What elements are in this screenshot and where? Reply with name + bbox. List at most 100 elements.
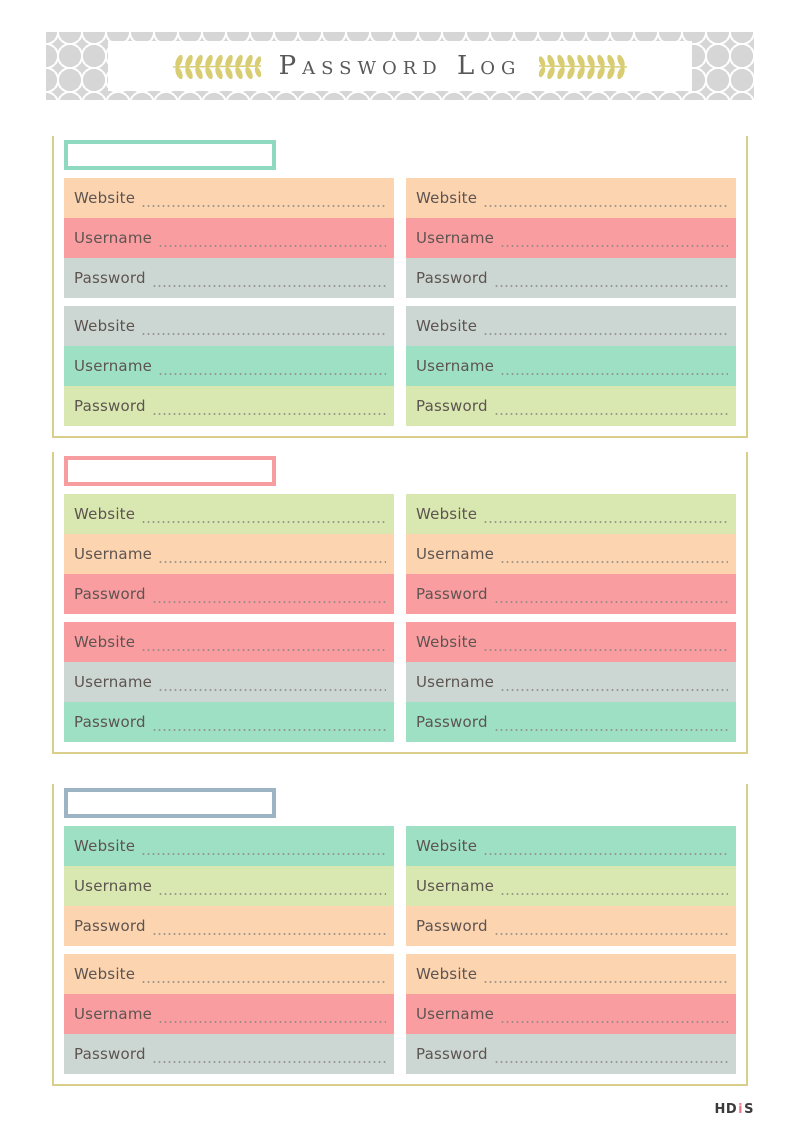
entry-row[interactable]: Password <box>64 702 394 742</box>
entry-row-dotted-field[interactable] <box>500 346 728 386</box>
entry-row[interactable]: Password <box>64 386 394 426</box>
entry-row-dotted-field[interactable] <box>483 306 728 346</box>
entry-row-dotted-field[interactable] <box>500 994 728 1034</box>
entry-row[interactable]: Username <box>406 994 736 1034</box>
section-3-title-box[interactable] <box>64 788 276 818</box>
entry-row[interactable]: Username <box>406 346 736 386</box>
entry-row-dotted-field[interactable] <box>141 178 386 218</box>
entry-row[interactable]: Username <box>64 346 394 386</box>
entry-row[interactable]: Password <box>64 1034 394 1074</box>
entry-row[interactable]: Password <box>406 574 736 614</box>
entry-row-label: Website <box>74 505 136 523</box>
entry-row-dotted-field[interactable] <box>151 1034 387 1074</box>
entry-row[interactable]: Username <box>64 218 394 258</box>
entry-row[interactable]: Website <box>406 306 736 346</box>
section-3-entry-group-2-1: Website Username Password <box>406 826 736 946</box>
entry-row-dotted-field[interactable] <box>483 954 728 994</box>
entry-row-dotted-field[interactable] <box>151 702 387 742</box>
entry-row[interactable]: Username <box>406 534 736 574</box>
entry-row-dotted-field[interactable] <box>151 386 387 426</box>
entry-row-dotted-field[interactable] <box>158 866 386 906</box>
entry-row-dotted-field[interactable] <box>500 662 728 702</box>
entry-row[interactable]: Password <box>406 702 736 742</box>
entry-row[interactable]: Password <box>406 386 736 426</box>
section-3-column-1: Website Username Password Website Username Pa… <box>64 826 394 1074</box>
entry-row-dotted-field[interactable] <box>500 534 728 574</box>
entry-row-label: Password <box>74 1045 146 1063</box>
entry-row[interactable]: Website <box>64 622 394 662</box>
entry-row-label: Username <box>74 877 153 895</box>
section-2-entry-group-2-2: Website Username Password <box>406 622 736 742</box>
entry-row-dotted-field[interactable] <box>493 386 729 426</box>
entry-row-dotted-field[interactable] <box>493 258 729 298</box>
entry-row-dotted-field[interactable] <box>483 178 728 218</box>
entry-row-dotted-field[interactable] <box>493 906 729 946</box>
entry-row-dotted-field[interactable] <box>493 574 729 614</box>
entry-row-dotted-field[interactable] <box>493 702 729 742</box>
entry-row[interactable]: Password <box>64 574 394 614</box>
entry-row[interactable]: Website <box>64 826 394 866</box>
page-title: Password Log <box>278 51 522 81</box>
entry-row-label: Password <box>416 397 488 415</box>
section-2-title-input[interactable] <box>68 460 272 483</box>
entry-row-dotted-field[interactable] <box>158 218 386 258</box>
entry-row-dotted-field[interactable] <box>158 534 386 574</box>
entry-row[interactable]: Website <box>406 178 736 218</box>
laurel-branch-left-icon <box>172 54 261 79</box>
section-1-title-input[interactable] <box>68 144 272 167</box>
entry-row-dotted-field[interactable] <box>493 1034 729 1074</box>
entry-row[interactable]: Password <box>64 258 394 298</box>
entry-row[interactable]: Website <box>406 826 736 866</box>
entry-row-label: Username <box>74 1005 153 1023</box>
entry-row[interactable]: Website <box>406 622 736 662</box>
entry-row-label: Username <box>416 229 495 247</box>
entry-row-label: Password <box>416 1045 488 1063</box>
section-3-title-input[interactable] <box>68 792 272 815</box>
entry-row-dotted-field[interactable] <box>151 258 387 298</box>
entry-row[interactable]: Website <box>64 494 394 534</box>
entry-row-dotted-field[interactable] <box>151 906 387 946</box>
section-2-column-1: Website Username Password Website Username Pa… <box>64 494 394 742</box>
entry-row-dotted-field[interactable] <box>483 494 728 534</box>
entry-row-dotted-field[interactable] <box>151 574 387 614</box>
watermark-right: S <box>744 1102 754 1117</box>
entry-row-dotted-field[interactable] <box>483 622 728 662</box>
section-1-title-box[interactable] <box>64 140 276 170</box>
entry-row-dotted-field[interactable] <box>141 494 386 534</box>
entry-row[interactable]: Website <box>406 954 736 994</box>
watermark-left: HD <box>714 1102 738 1117</box>
section-3-columns: Website Username Password Website Username Pa… <box>64 826 736 1074</box>
entry-row-dotted-field[interactable] <box>483 826 728 866</box>
entry-row-dotted-field[interactable] <box>158 662 386 702</box>
entry-row[interactable]: Password <box>406 906 736 946</box>
entry-row[interactable]: Password <box>406 258 736 298</box>
entry-row-label: Username <box>416 877 495 895</box>
entry-row[interactable]: Password <box>64 906 394 946</box>
entry-row-dotted-field[interactable] <box>141 826 386 866</box>
entry-row[interactable]: Username <box>406 218 736 258</box>
entry-row[interactable]: Username <box>64 662 394 702</box>
entry-row[interactable]: Username <box>64 866 394 906</box>
entry-row[interactable]: Website <box>64 954 394 994</box>
entry-row[interactable]: Website <box>64 306 394 346</box>
entry-row[interactable]: Username <box>406 662 736 702</box>
entry-row-dotted-field[interactable] <box>141 622 386 662</box>
entry-row-label: Website <box>74 837 136 855</box>
entry-row-dotted-field[interactable] <box>158 994 386 1034</box>
entry-row-label: Website <box>74 189 136 207</box>
watermark-logo: HD i S <box>714 1102 754 1117</box>
entry-row-dotted-field[interactable] <box>500 218 728 258</box>
entry-row[interactable]: Username <box>64 534 394 574</box>
section-2-title-box[interactable] <box>64 456 276 486</box>
entry-row-dotted-field[interactable] <box>158 346 386 386</box>
entry-row[interactable]: Website <box>406 494 736 534</box>
entry-row-dotted-field[interactable] <box>141 306 386 346</box>
entry-row-dotted-field[interactable] <box>500 866 728 906</box>
entry-row-dotted-field[interactable] <box>141 954 386 994</box>
entry-row[interactable]: Username <box>406 866 736 906</box>
section-3-entry-group-1-1: Website Username Password <box>64 826 394 946</box>
entry-row[interactable]: Website <box>64 178 394 218</box>
entry-row[interactable]: Password <box>406 1034 736 1074</box>
entry-row-label: Password <box>416 585 488 603</box>
entry-row[interactable]: Username <box>64 994 394 1034</box>
